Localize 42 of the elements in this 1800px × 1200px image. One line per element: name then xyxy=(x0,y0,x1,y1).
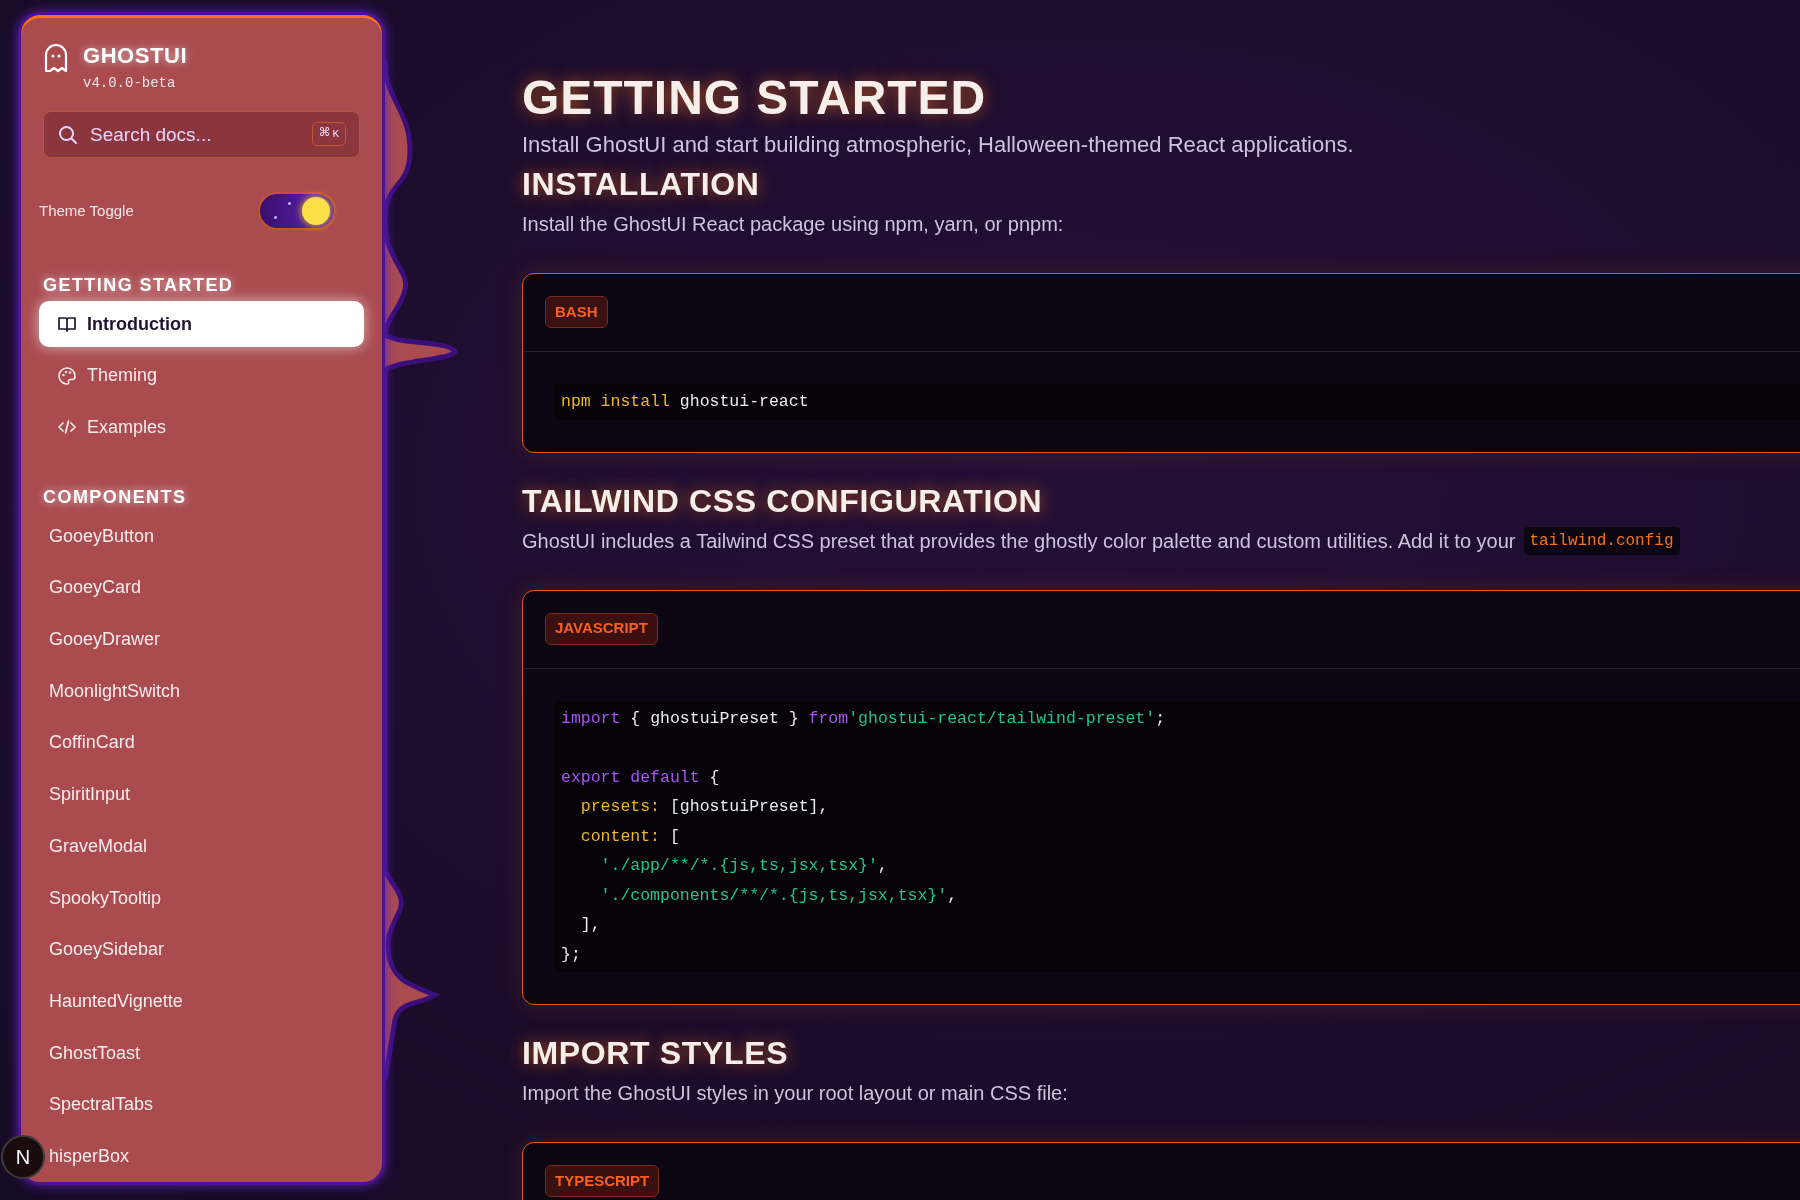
section-heading: TAILWIND CSS CONFIGURATION xyxy=(522,481,1044,521)
section-description: Import the GhostUI styles in your root layout or main CSS file: xyxy=(522,1081,1068,1106)
ghost-icon xyxy=(43,43,69,73)
nav-item[interactable]: SpiritInput xyxy=(49,768,131,821)
nav-item[interactable]: HauntedVignette xyxy=(49,975,183,1028)
nav-item[interactable]: GooeySidebar xyxy=(49,923,165,976)
brand-name: GHOSTUI xyxy=(83,42,188,70)
page-title: GETTING STARTED xyxy=(522,70,988,126)
nav-item[interactable]: GooeyButton xyxy=(49,510,155,563)
nav-item[interactable]: CoffinCard xyxy=(49,717,135,769)
language-badge: TYPESCRIPT xyxy=(545,1165,660,1197)
nav-item[interactable]: SpookyTooltip xyxy=(49,872,162,924)
nav-item[interactable]: Introduction xyxy=(39,301,364,347)
nav-item[interactable]: Examples xyxy=(39,404,364,451)
section-description: GhostUI includes a Tailwind CSS preset that provides the ghostly color palette and custom utilities. Add it to your xyxy=(522,528,1516,554)
nav-item[interactable]: GooeyDrawer xyxy=(49,613,161,666)
shortcut-hint: ⌘ K xyxy=(312,122,346,146)
inline-code: tailwind.config xyxy=(1523,526,1680,555)
theme-toggle-label: Theme Toggle xyxy=(39,200,134,221)
search-icon xyxy=(58,125,78,145)
nav-item[interactable]: SpectralTabs xyxy=(49,1078,154,1131)
book-icon xyxy=(57,314,77,334)
nav-item[interactable]: GhostToast xyxy=(49,1027,141,1079)
section-description: Install the GhostUI React package using npm, yarn, or pnpm: xyxy=(522,212,1064,237)
nav-item[interactable]: GooeyCard xyxy=(49,562,142,614)
language-badge: BASH xyxy=(545,296,608,328)
section-heading: INSTALLATION xyxy=(522,165,761,204)
code-snippet: npm install ghostui-react xyxy=(555,384,1800,420)
version-label: v4.0.0-beta xyxy=(83,74,177,93)
theme-toggle[interactable] xyxy=(258,192,336,230)
language-badge: JAVASCRIPT xyxy=(545,612,658,645)
dev-tools-badge[interactable]: N xyxy=(1,1135,45,1179)
nav-item[interactable]: hisperBox xyxy=(49,1130,130,1182)
page-subtitle: Install GhostUI and start building atmospheric, Halloween-themed React applications. xyxy=(522,131,1355,159)
nav-item[interactable]: GraveModal xyxy=(49,820,148,873)
sidebar-section-heading: COMPONENTS xyxy=(42,486,188,509)
nav-item[interactable]: MoonlightSwitch xyxy=(49,665,181,718)
sidebar-section-heading: GETTING STARTED xyxy=(42,274,235,296)
palette-icon xyxy=(57,365,77,386)
section-heading: IMPORT STYLES xyxy=(522,1034,790,1073)
code-snippet: import { ghostuiPreset } from'ghostui-react/tailwind-preset'; export default { presets: [ghostuiPreset], content: [ './app/**/*.{js,ts,jsx,tsx}', './components/**/*.{js,ts,jsx,tsx}', ], }; xyxy=(555,700,1800,972)
nav-item[interactable]: Theming xyxy=(39,352,364,399)
